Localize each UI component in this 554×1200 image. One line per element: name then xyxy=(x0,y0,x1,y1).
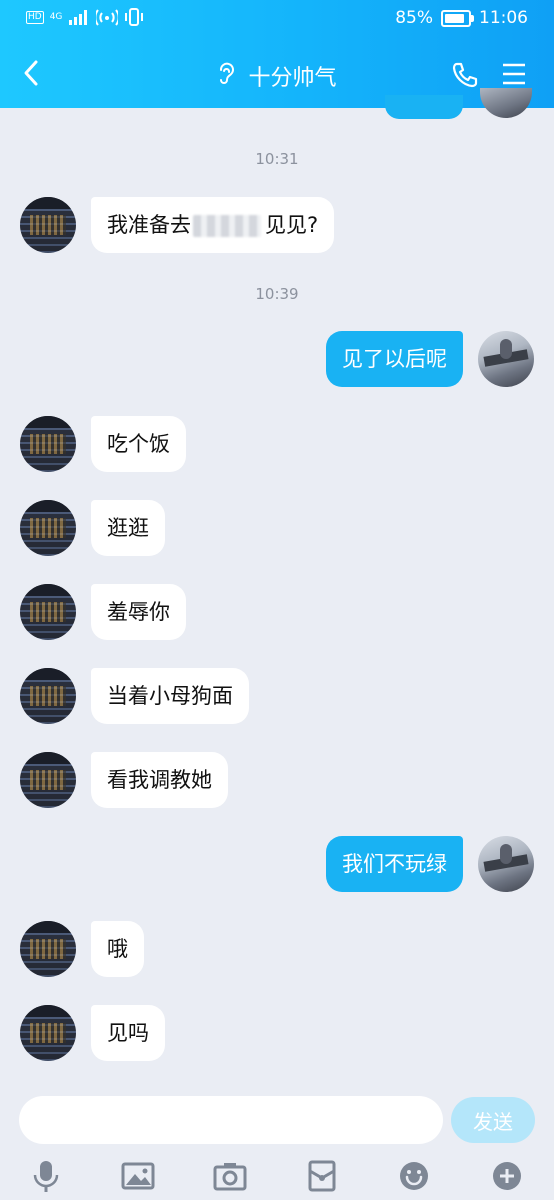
camera-icon xyxy=(213,1163,247,1191)
message-bubble[interactable]: 我们不玩绿 xyxy=(326,836,463,892)
message-text: 我准备去 xyxy=(107,213,191,237)
image-icon xyxy=(121,1162,155,1190)
avatar[interactable] xyxy=(20,668,76,724)
message-text: 哦 xyxy=(107,937,128,961)
message-bubble[interactable]: 当着小母狗面 xyxy=(91,668,249,724)
message-text: 当着小母狗面 xyxy=(107,684,233,708)
avatar[interactable] xyxy=(20,752,76,808)
chat-title: 十分帅气 xyxy=(248,66,337,91)
message-bubble[interactable]: 见吗 xyxy=(91,1005,165,1061)
status-left: HD 4G xyxy=(26,8,144,26)
message-bubble[interactable]: 见了以后呢 xyxy=(326,331,463,387)
menu-icon xyxy=(503,63,525,85)
more-button[interactable] xyxy=(487,1156,527,1196)
network-label: 4G xyxy=(49,11,63,22)
previous-message-bubble xyxy=(385,95,463,119)
avatar[interactable] xyxy=(20,921,76,977)
microphone-icon xyxy=(33,1161,59,1192)
hd-badge: HD xyxy=(26,10,44,24)
avatar[interactable] xyxy=(20,584,76,640)
hotspot-icon xyxy=(96,9,119,26)
avatar[interactable] xyxy=(20,1005,76,1061)
message-text: 见吗 xyxy=(107,1021,149,1045)
avatar[interactable] xyxy=(20,416,76,472)
composer-toolbar xyxy=(0,1154,554,1200)
message-text: 吃个饭 xyxy=(107,432,170,456)
message-text: 看我调教她 xyxy=(107,768,212,792)
message-text: 我们不玩绿 xyxy=(342,852,447,876)
previous-avatar xyxy=(480,88,532,118)
signal-icon xyxy=(69,10,88,25)
message-bubble[interactable]: 看我调教她 xyxy=(91,752,228,808)
vibrate-icon xyxy=(125,8,144,26)
message-bubble[interactable]: 哦 xyxy=(91,921,144,977)
message-bubble[interactable]: 逛逛 xyxy=(91,500,165,556)
emoji-icon xyxy=(400,1162,428,1190)
message-input[interactable] xyxy=(19,1096,443,1144)
camera-button[interactable] xyxy=(210,1156,250,1196)
timestamp: 10:31 xyxy=(255,150,299,168)
avatar[interactable] xyxy=(20,500,76,556)
timestamp: 10:39 xyxy=(255,285,299,303)
send-button[interactable]: 发送 xyxy=(451,1097,535,1143)
emoji-button[interactable] xyxy=(394,1156,434,1196)
phone-icon xyxy=(452,62,478,88)
message-text: 见了以后呢 xyxy=(342,347,447,371)
avatar[interactable] xyxy=(478,836,534,892)
chat-header: HD 4G 85% 11:06 十分帅气 xyxy=(0,0,554,108)
ear-icon xyxy=(217,62,235,90)
avatar[interactable] xyxy=(478,331,534,387)
red-packet-button[interactable] xyxy=(302,1156,342,1196)
clock: 11:06 xyxy=(479,8,528,28)
avatar[interactable] xyxy=(20,197,76,253)
menu-button[interactable] xyxy=(500,60,528,88)
composer: 发送 xyxy=(0,1082,554,1200)
voice-button[interactable] xyxy=(26,1156,66,1196)
image-button[interactable] xyxy=(118,1156,158,1196)
nav-bar: 十分帅气 xyxy=(0,48,554,102)
message-bubble[interactable]: 羞辱你 xyxy=(91,584,186,640)
message-text: 逛逛 xyxy=(107,516,149,540)
plus-icon xyxy=(493,1162,521,1190)
battery-icon xyxy=(441,9,474,27)
status-bar: HD 4G 85% 11:06 xyxy=(0,0,554,38)
red-packet-icon xyxy=(308,1160,336,1192)
call-button[interactable] xyxy=(450,60,480,90)
status-right: 85% 11:06 xyxy=(395,8,528,28)
battery-percent: 85% xyxy=(395,8,433,28)
message-text: 羞辱你 xyxy=(107,600,170,624)
message-bubble[interactable]: 我准备去 见见? xyxy=(91,197,335,253)
message-text: 见见? xyxy=(265,213,319,237)
redacted-text xyxy=(193,215,261,237)
message-bubble[interactable]: 吃个饭 xyxy=(91,416,186,472)
